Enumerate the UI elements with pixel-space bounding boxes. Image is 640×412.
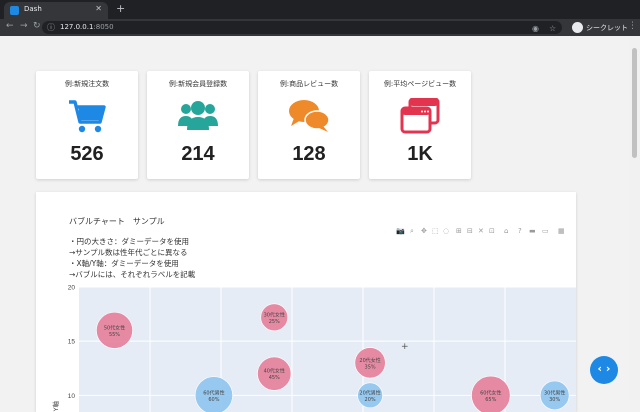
kpi-label: 例:新規注文数 <box>64 80 110 88</box>
bubble-label: 60代女性 <box>480 389 501 396</box>
y-tick-label: 20 <box>68 285 76 292</box>
bubble-label: 30代男性 <box>544 389 565 396</box>
bubble-label: 50代女性 <box>104 324 125 331</box>
kpi-label: 例:新規会員登録数 <box>168 80 228 88</box>
bubble-30代男性[interactable]: 30代男性30% <box>539 380 570 411</box>
forward-icon[interactable]: → <box>20 21 28 31</box>
bookmark-star-icon[interactable]: ☆ <box>549 24 556 33</box>
kpi-card-reviews: 例:商品レビュー数 128 <box>258 71 360 179</box>
kpi-label: 例:平均ページビュー数 <box>383 80 457 88</box>
bubble-30代女性[interactable]: 30代女性25% <box>260 303 289 332</box>
y-tick-label: 15 <box>68 339 76 346</box>
bubble-value: 25% <box>269 319 280 325</box>
kpi-value: 128 <box>292 143 326 165</box>
comments-icon <box>289 100 329 132</box>
users-icon <box>178 101 218 130</box>
bubble-value: 45% <box>269 375 280 381</box>
kpi-value: 526 <box>70 143 104 165</box>
dash-favicon-icon <box>10 6 19 15</box>
menu-kebab-icon[interactable]: ⋮ <box>628 21 637 31</box>
kpi-card-signups: 例:新規会員登録数 214 <box>147 71 249 179</box>
cursor-crosshair-icon: + <box>401 342 409 352</box>
y-tick-label: 10 <box>68 393 76 400</box>
y-axis-label: Y軸 <box>51 400 60 412</box>
reload-icon[interactable]: ↻ <box>33 21 41 31</box>
bubble-label: 20代男性 <box>359 389 380 396</box>
kpi-label: 例:商品レビュー数 <box>279 80 339 88</box>
code-icon: ‹ › <box>597 362 611 375</box>
bubble-20代男性[interactable]: 20代男性20% <box>357 382 383 409</box>
eye-off-icon[interactable]: ◉ <box>532 24 539 33</box>
close-tab-icon[interactable]: ✕ <box>95 4 102 13</box>
shopping-cart-icon <box>69 100 106 133</box>
page-scrollbar[interactable] <box>629 36 640 400</box>
code-toggle-button[interactable]: ‹ › <box>590 356 618 384</box>
incognito-avatar-icon <box>572 22 583 33</box>
tab-dash[interactable]: Dash ✕ <box>4 2 108 19</box>
bubble-60代男性[interactable]: 60代男性60% <box>194 376 233 412</box>
url-text: 127.0.0.1:8050 <box>60 23 114 31</box>
browser-toolbar: ← → ↻ ⓘ 127.0.0.1:8050 ◉ ☆ シークレット ⋮ <box>0 19 640 36</box>
bubble-40代女性[interactable]: 40代女性45% <box>257 356 292 391</box>
bubble-label: 20代女性 <box>359 357 380 364</box>
bubble-value: 35% <box>365 364 376 370</box>
bubble-label: 60代男性 <box>203 389 224 396</box>
scrollbar-thumb[interactable] <box>632 48 637 158</box>
kpi-value: 214 <box>181 143 215 165</box>
browser-windows-icon <box>400 98 440 134</box>
bubble-label: 40代女性 <box>264 368 285 375</box>
kpi-value: 1K <box>407 143 433 165</box>
tab-title: Dash <box>24 5 42 13</box>
bubble-50代女性[interactable]: 50代女性55% <box>96 311 133 349</box>
back-icon[interactable]: ← <box>6 21 14 31</box>
new-tab-icon[interactable]: + <box>116 2 125 15</box>
kpi-card-pageviews: 例:平均ページビュー数 1K <box>369 71 471 179</box>
bubble-20代女性[interactable]: 20代女性35% <box>354 347 386 379</box>
browser-tab-bar: Dash ✕ + <box>0 0 640 19</box>
bubble-label: 30代女性 <box>264 311 285 318</box>
bubble-chart[interactable]: 101520 Y軸 50代女性55%30代女性25%40代女性45%60代男性6… <box>36 192 576 412</box>
address-bar[interactable]: ⓘ 127.0.0.1:8050 ◉ ☆ <box>42 21 562 34</box>
kpi-card-orders: 例:新規注文数 526 <box>36 71 138 179</box>
bubble-value: 55% <box>109 332 120 338</box>
profile-label: シークレット <box>586 24 628 32</box>
bubble-chart-panel: バブルチャート サンプル ・円の大きさ：ダミーデータを使用 →サンプル数は性年代… <box>36 192 576 412</box>
bubble-60代女性[interactable]: 60代女性65% <box>471 375 511 412</box>
site-info-icon[interactable]: ⓘ <box>47 22 55 33</box>
